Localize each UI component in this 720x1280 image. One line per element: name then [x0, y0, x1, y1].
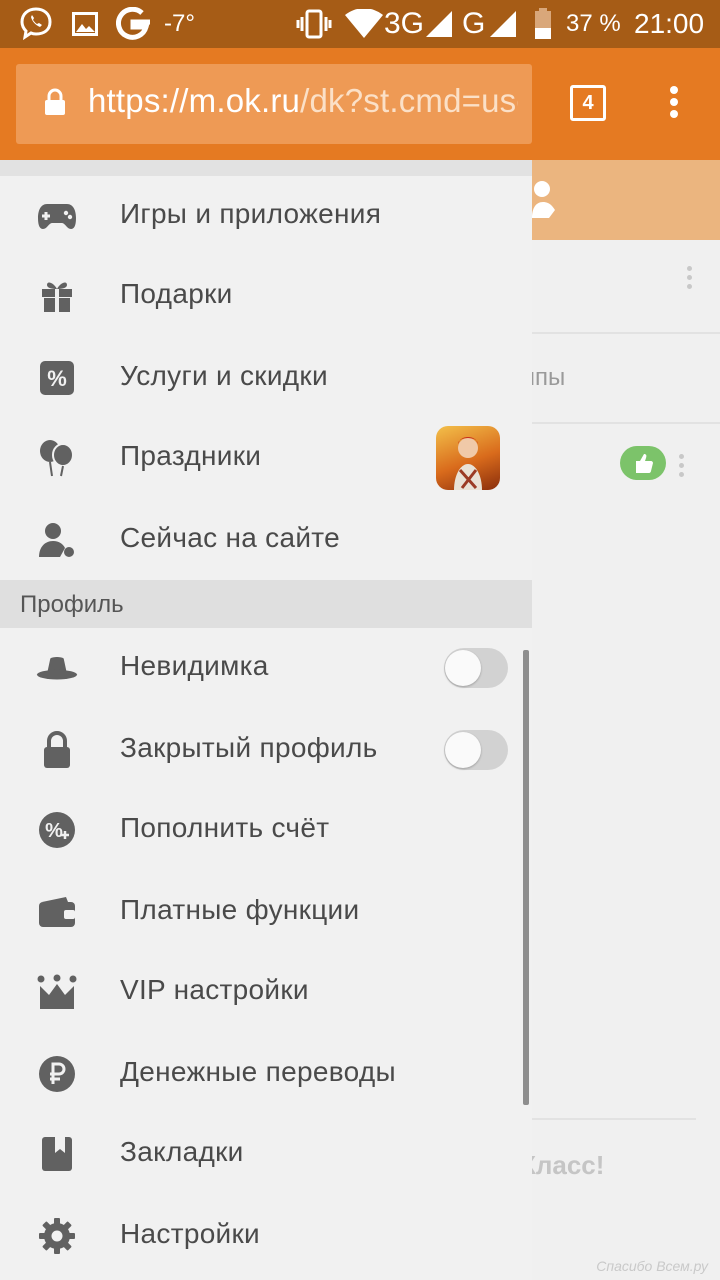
menu-item-label: Закрытый профиль [120, 732, 378, 763]
weather-app-icon [116, 0, 150, 48]
menu-item-label: Сейчас на сайте [120, 522, 340, 553]
url-path: /dk?st.cmd=use [300, 82, 518, 119]
viber-icon [18, 0, 54, 48]
drawer-scrollbar[interactable] [523, 650, 529, 1105]
browser-toolbar: https://m.ok.ru/dk?st.cmd=use 4 [0, 48, 720, 160]
menu-item-label: Денежные переводы [120, 1056, 396, 1087]
menu-item-label: Подарки [120, 278, 233, 309]
signal-icon-2 [488, 0, 518, 48]
menu-item-settings[interactable]: Настройки [0, 1196, 532, 1276]
user-online-icon [36, 520, 78, 560]
menu-item-services[interactable]: % Услуги и скидки [0, 338, 532, 418]
lock-icon [44, 88, 66, 121]
navigation-drawer: Игры и приложения Подарки % Услуги и ски… [0, 160, 532, 1280]
menu-item-gifts[interactable]: Подарки [0, 256, 532, 336]
bookmark-icon [36, 1134, 78, 1174]
lock-icon [36, 730, 78, 770]
percent-icon: % [36, 358, 78, 398]
url-text: https://m.ok.ru/dk?st.cmd=use [88, 82, 518, 120]
friends-icon [532, 180, 560, 225]
crown-icon [36, 972, 78, 1012]
menu-item-label: Невидимка [120, 650, 269, 681]
bg-more-icon-2 [679, 454, 685, 481]
battery-icon [534, 0, 552, 48]
menu-item-games[interactable]: Игры и приложения [0, 176, 532, 256]
vibrate-icon [296, 0, 332, 48]
url-host: https://m.ok.ru [88, 82, 301, 119]
bg-page-header [532, 160, 720, 240]
menu-item-private-profile[interactable]: Закрытый профиль [0, 710, 532, 790]
gift-icon [36, 276, 78, 316]
ruble-icon [36, 1054, 78, 1094]
clock: 21:00 [634, 8, 705, 39]
network-type-3g: 3G [384, 7, 425, 40]
gear-icon [36, 1216, 78, 1256]
bg-tab-label: ппы [532, 364, 566, 391]
background-page: ппы Класс! [532, 160, 720, 1280]
bg-like-badge [620, 446, 666, 480]
menu-item-label: Праздники [120, 440, 262, 471]
section-title: Профиль [20, 591, 124, 618]
menu-item-label: Услуги и скидки [120, 360, 328, 391]
menu-item-paid-features[interactable]: Платные функции [0, 872, 532, 952]
wifi-icon [344, 0, 384, 48]
overflow-menu-icon[interactable] [664, 84, 684, 124]
menu-item-online-now[interactable]: Сейчас на сайте [0, 500, 532, 580]
add-funds-icon: % [36, 810, 78, 850]
section-header-profile: Профиль [0, 580, 532, 628]
hat-icon [36, 648, 78, 688]
invisible-toggle[interactable] [444, 648, 508, 688]
signal-icon [424, 0, 454, 48]
menu-item-bookmarks[interactable]: Закладки [0, 1114, 532, 1194]
temperature: -7° [164, 10, 195, 37]
battery-percent: 37 % [566, 10, 621, 37]
tab-switcher-button[interactable]: 4 [570, 85, 606, 121]
menu-item-label: VIP настройки [120, 974, 309, 1005]
gallery-icon [72, 0, 98, 48]
menu-item-label: Платные функции [120, 894, 360, 925]
menu-item-invisible[interactable]: Невидимка [0, 628, 532, 708]
network-type-g: G [462, 7, 486, 40]
wallet-icon [36, 892, 78, 932]
gamepad-icon [36, 196, 78, 236]
menu-item-label: Пополнить счёт [120, 812, 330, 843]
menu-item-money-transfers[interactable]: Денежные переводы [0, 1034, 532, 1114]
status-bar: -7° 3G G 37 % 21:00 [0, 0, 720, 48]
private-profile-toggle[interactable] [444, 730, 508, 770]
menu-item-label: Настройки [120, 1218, 260, 1249]
bg-class-button: Класс! [532, 1150, 605, 1180]
address-bar[interactable]: https://m.ok.ru/dk?st.cmd=use [16, 64, 532, 144]
menu-item-holidays[interactable]: Праздники [0, 418, 532, 498]
menu-item-label: Закладки [120, 1136, 244, 1167]
balloons-icon [36, 438, 78, 478]
watermark: Спасибо Всем.ру [596, 1258, 708, 1274]
bg-more-icon [687, 266, 693, 293]
svg-text:%: % [47, 366, 67, 391]
menu-item-top-up[interactable]: % Пополнить счёт [0, 790, 532, 870]
menu-item-vip-settings[interactable]: VIP настройки [0, 952, 532, 1032]
svg-text:%: % [45, 820, 63, 842]
holiday-avatar[interactable] [436, 426, 500, 490]
menu-item-label: Игры и приложения [120, 198, 382, 229]
